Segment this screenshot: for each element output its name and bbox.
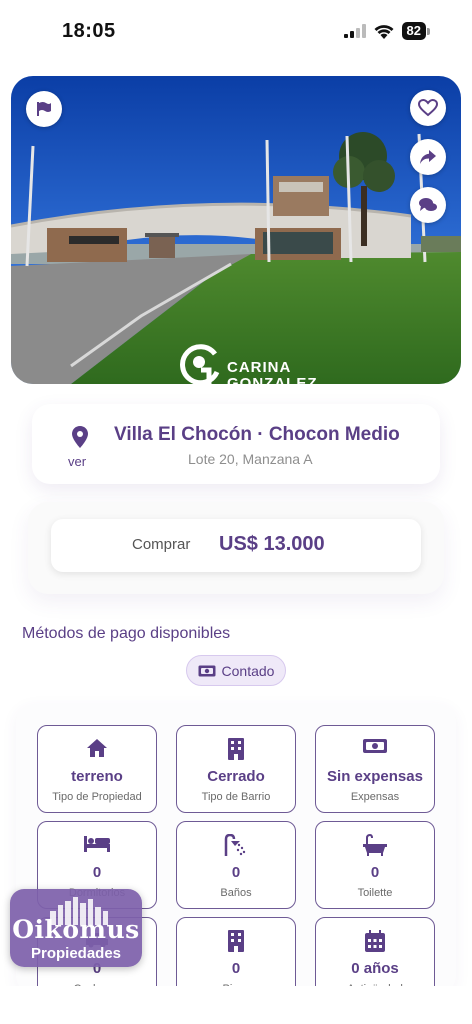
feature-value: 0 — [370, 864, 380, 881]
payment-methods-title: Métodos de pago disponibles — [22, 625, 231, 642]
cash-icon — [198, 665, 216, 676]
house-icon — [87, 739, 107, 757]
feature-label: Tipo de Barrio — [201, 791, 271, 803]
building-icon — [228, 930, 244, 952]
property-photo[interactable]: CARINA GONZALEZ — [11, 76, 461, 384]
view-map-link[interactable]: ver — [68, 454, 86, 469]
payment-method-chip: Contado — [186, 655, 286, 686]
feature-property-type: terreno Tipo de Propiedad — [37, 725, 157, 813]
feature-label: Tipo de Propiedad — [52, 791, 142, 803]
price-section: Comprar US$ 13.000 — [28, 502, 444, 594]
status-icons: 82 — [343, 22, 430, 40]
status-time: 18:05 — [62, 20, 116, 42]
heart-icon — [418, 99, 438, 117]
entrance-gate-photo — [11, 76, 461, 384]
price-card: Comprar US$ 13.000 — [51, 519, 421, 572]
calendar-icon — [365, 930, 385, 952]
feature-value: 0 — [231, 960, 241, 977]
feature-label: Toilette — [357, 887, 393, 899]
payment-method-label: Contado — [221, 662, 275, 679]
location-title: Villa El Chocón · Chocon Medio — [114, 424, 400, 445]
location-subtitle: Lote 20, Manzana A — [188, 451, 313, 467]
flag-button[interactable] — [26, 91, 62, 127]
agency-logo-icon — [180, 344, 220, 384]
logo-name: Oikomus — [12, 915, 140, 944]
comments-icon — [419, 198, 437, 211]
feature-value: 0 — [92, 864, 102, 881]
watermark-line1: CARINA — [227, 359, 292, 376]
wifi-icon — [374, 24, 394, 39]
feature-value: 0 años — [351, 960, 399, 977]
signal-icon — [343, 24, 366, 38]
bottom-fade — [0, 986, 472, 1024]
feature-value: Cerrado — [207, 768, 265, 785]
feature-value: terreno — [71, 768, 123, 785]
favorite-button[interactable] — [410, 90, 446, 126]
building-icon — [228, 738, 244, 760]
price-value: US$ 13.000 — [219, 533, 325, 555]
battery-level: 82 — [401, 22, 426, 40]
feature-label: Baños — [220, 887, 252, 899]
feature-value: 0 — [231, 864, 241, 881]
money-icon — [363, 739, 387, 753]
status-bar: 18:05 82 — [0, 0, 472, 64]
share-button[interactable] — [410, 139, 446, 175]
shower-icon — [224, 834, 246, 856]
location-card: ver Villa El Chocón · Chocon Medio Lote … — [32, 404, 440, 484]
bed-icon — [84, 836, 110, 852]
comments-button[interactable] — [410, 187, 446, 223]
bathtub-icon — [363, 834, 387, 856]
flag-icon — [37, 102, 51, 116]
logo-subtitle: Propiedades — [30, 945, 122, 962]
feature-toilette: 0 Toilette — [315, 821, 435, 909]
map-pin-icon[interactable] — [72, 426, 88, 448]
agency-watermark: CARINA GONZALEZ — [177, 342, 318, 384]
feature-expenses: Sin expensas Expensas — [315, 725, 435, 813]
feature-bathrooms: 0 Baños — [176, 821, 296, 909]
agency-logo-badge[interactable]: Oikomus Propiedades — [10, 889, 142, 967]
share-icon — [420, 150, 436, 164]
feature-value: Sin expensas — [327, 768, 423, 785]
operation-label: Comprar — [132, 536, 191, 553]
feature-neighborhood-type: Cerrado Tipo de Barrio — [176, 725, 296, 813]
watermark-line2: GONZALEZ — [227, 375, 318, 385]
battery-indicator: 82 — [401, 22, 430, 40]
feature-label: Expensas — [350, 791, 400, 803]
